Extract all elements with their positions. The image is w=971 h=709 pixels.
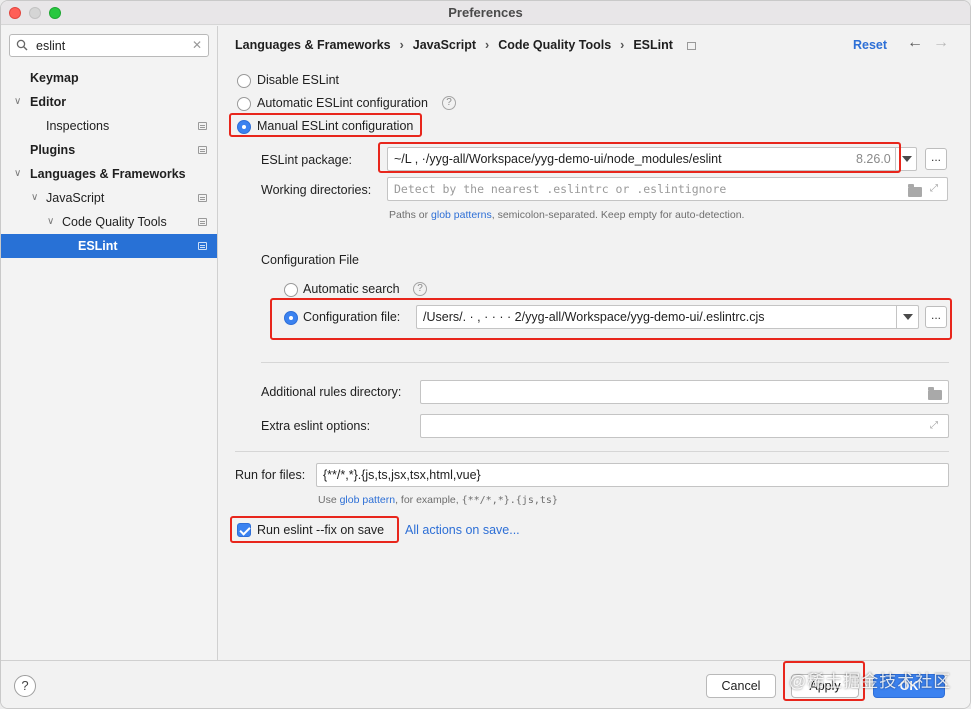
working-directories-hint: Paths or glob patterns, semicolon-separa… xyxy=(389,209,744,221)
settings-search-input[interactable] xyxy=(36,37,186,54)
breadcrumb-item[interactable]: Code Quality Tools xyxy=(498,38,611,52)
sidebar-item-inspections[interactable]: Inspections xyxy=(1,114,217,138)
disable-eslint-radio[interactable] xyxy=(237,74,251,88)
reset-link[interactable]: Reset xyxy=(853,38,887,52)
chevron-down-icon[interactable]: ∨ xyxy=(47,210,54,234)
dialog-footer: ? Cancel Apply OK @稀土掘金技术社区 xyxy=(1,660,970,708)
settings-main-panel: Languages & Frameworks › JavaScript › Code Q… xyxy=(219,26,970,660)
folder-icon[interactable] xyxy=(908,184,922,197)
section-divider xyxy=(261,362,949,363)
sidebar-item-languages-frameworks[interactable]: ∨ Languages & Frameworks xyxy=(1,162,217,186)
annotation-highlight xyxy=(270,298,952,340)
project-settings-icon xyxy=(198,242,207,250)
arrow-right-icon[interactable]: → xyxy=(933,34,949,52)
sidebar-item-label: Editor xyxy=(30,95,67,109)
working-directories-label: Working directories: xyxy=(261,183,372,197)
extra-options-input[interactable]: ⤢ xyxy=(420,414,949,438)
window-title: Preferences xyxy=(448,5,523,20)
additional-rules-input[interactable] xyxy=(420,380,949,404)
sidebar-item-label: Keymap xyxy=(30,71,79,85)
chevron-down-icon[interactable]: ∨ xyxy=(14,162,21,186)
eslint-package-label: ESLint package: xyxy=(261,153,353,167)
help-button[interactable]: ? xyxy=(14,675,36,697)
project-settings-icon xyxy=(686,42,696,50)
chevron-down-icon[interactable]: ∨ xyxy=(31,186,38,210)
expand-icon[interactable]: ⤢ xyxy=(930,184,940,194)
run-for-files-value: {**/*,*}.{js,ts,jsx,tsx,html,vue} xyxy=(323,468,481,482)
extra-options-label: Extra eslint options: xyxy=(261,419,371,433)
automatic-search-radio[interactable] xyxy=(284,283,298,297)
project-settings-icon xyxy=(198,122,207,130)
sidebar-item-label: Plugins xyxy=(30,143,76,157)
sidebar-item-label: JavaScript xyxy=(46,191,105,205)
hint-text: , semicolon-separated. Keep empty for au… xyxy=(491,209,745,221)
browse-package-button[interactable]: ... xyxy=(925,148,947,170)
preferences-window: Preferences ✕ Keymap ∨ Editor Inspection… xyxy=(0,0,971,709)
project-settings-icon xyxy=(198,218,207,226)
disable-eslint-label: Disable ESLint xyxy=(257,73,339,87)
sidebar-item-label: Code Quality Tools xyxy=(62,215,167,229)
sidebar-item-code-quality-tools[interactable]: ∨ Code Quality Tools xyxy=(1,210,217,234)
chevron-down-icon[interactable]: ∨ xyxy=(14,90,21,114)
close-icon[interactable]: ✕ xyxy=(192,38,202,52)
working-directories-placeholder: Detect by the nearest .eslintrc or .esli… xyxy=(394,182,727,196)
hint-example: {**/*,*}.{js,ts} xyxy=(461,495,558,506)
annotation-highlight xyxy=(229,113,422,137)
sidebar-item-label: Inspections xyxy=(46,119,110,133)
run-for-files-hint: Use glob pattern, for example, {**/*,*}.… xyxy=(318,494,558,506)
breadcrumb-separator: › xyxy=(620,38,625,52)
breadcrumb: Languages & Frameworks › JavaScript › Code Q… xyxy=(235,38,702,52)
run-for-files-input[interactable]: {**/*,*}.{js,ts,jsx,tsx,html,vue} xyxy=(316,463,949,487)
breadcrumb-separator: › xyxy=(485,38,490,52)
breadcrumb-item: ESLint xyxy=(633,38,673,52)
cancel-button[interactable]: Cancel xyxy=(706,674,776,698)
sidebar-item-javascript[interactable]: ∨ JavaScript xyxy=(1,186,217,210)
breadcrumb-separator: › xyxy=(399,38,404,52)
project-settings-icon xyxy=(198,146,207,154)
sidebar-item-eslint[interactable]: ESLint xyxy=(1,234,217,258)
annotation-highlight xyxy=(378,142,901,173)
sidebar-item-keymap[interactable]: Keymap xyxy=(1,66,217,90)
hint-text: , for example, xyxy=(395,494,462,506)
glob-pattern-link[interactable]: glob pattern xyxy=(340,494,395,506)
folder-icon[interactable] xyxy=(928,387,942,400)
run-for-files-label: Run for files: xyxy=(235,468,306,482)
settings-sidebar: ✕ Keymap ∨ Editor Inspections Plugins ∨ … xyxy=(1,26,218,660)
additional-rules-label: Additional rules directory: xyxy=(261,385,402,399)
automatic-eslint-label: Automatic ESLint configuration xyxy=(257,96,428,110)
help-icon[interactable]: ? xyxy=(442,96,456,110)
hint-text: Use xyxy=(318,494,340,506)
project-settings-icon xyxy=(198,194,207,202)
configuration-file-title: Configuration File xyxy=(261,253,359,267)
glob-patterns-link[interactable]: glob patterns xyxy=(431,209,492,221)
working-directories-input[interactable]: Detect by the nearest .eslintrc or .esli… xyxy=(387,177,948,201)
arrow-left-icon[interactable]: ← xyxy=(907,34,923,52)
search-icon xyxy=(16,39,28,51)
automatic-eslint-radio[interactable] xyxy=(237,97,251,111)
help-icon[interactable]: ? xyxy=(413,282,427,296)
annotation-highlight xyxy=(230,516,399,543)
sidebar-item-editor[interactable]: ∨ Editor xyxy=(1,90,217,114)
watermark: @稀土掘金技术社区 xyxy=(789,672,952,691)
expand-icon[interactable]: ⤢ xyxy=(930,421,940,431)
sidebar-item-label: ESLint xyxy=(78,239,118,253)
section-divider xyxy=(235,451,949,452)
sidebar-item-label: Languages & Frameworks xyxy=(30,167,186,181)
title-bar[interactable]: Preferences xyxy=(1,1,970,25)
settings-search-box[interactable]: ✕ xyxy=(9,34,209,57)
breadcrumb-item[interactable]: Languages & Frameworks xyxy=(235,38,391,52)
breadcrumb-item[interactable]: JavaScript xyxy=(413,38,476,52)
hint-text: Paths or xyxy=(389,209,432,221)
automatic-search-label: Automatic search xyxy=(303,282,400,296)
all-actions-on-save-link[interactable]: All actions on save... xyxy=(405,523,520,537)
sidebar-item-plugins[interactable]: Plugins xyxy=(1,138,217,162)
